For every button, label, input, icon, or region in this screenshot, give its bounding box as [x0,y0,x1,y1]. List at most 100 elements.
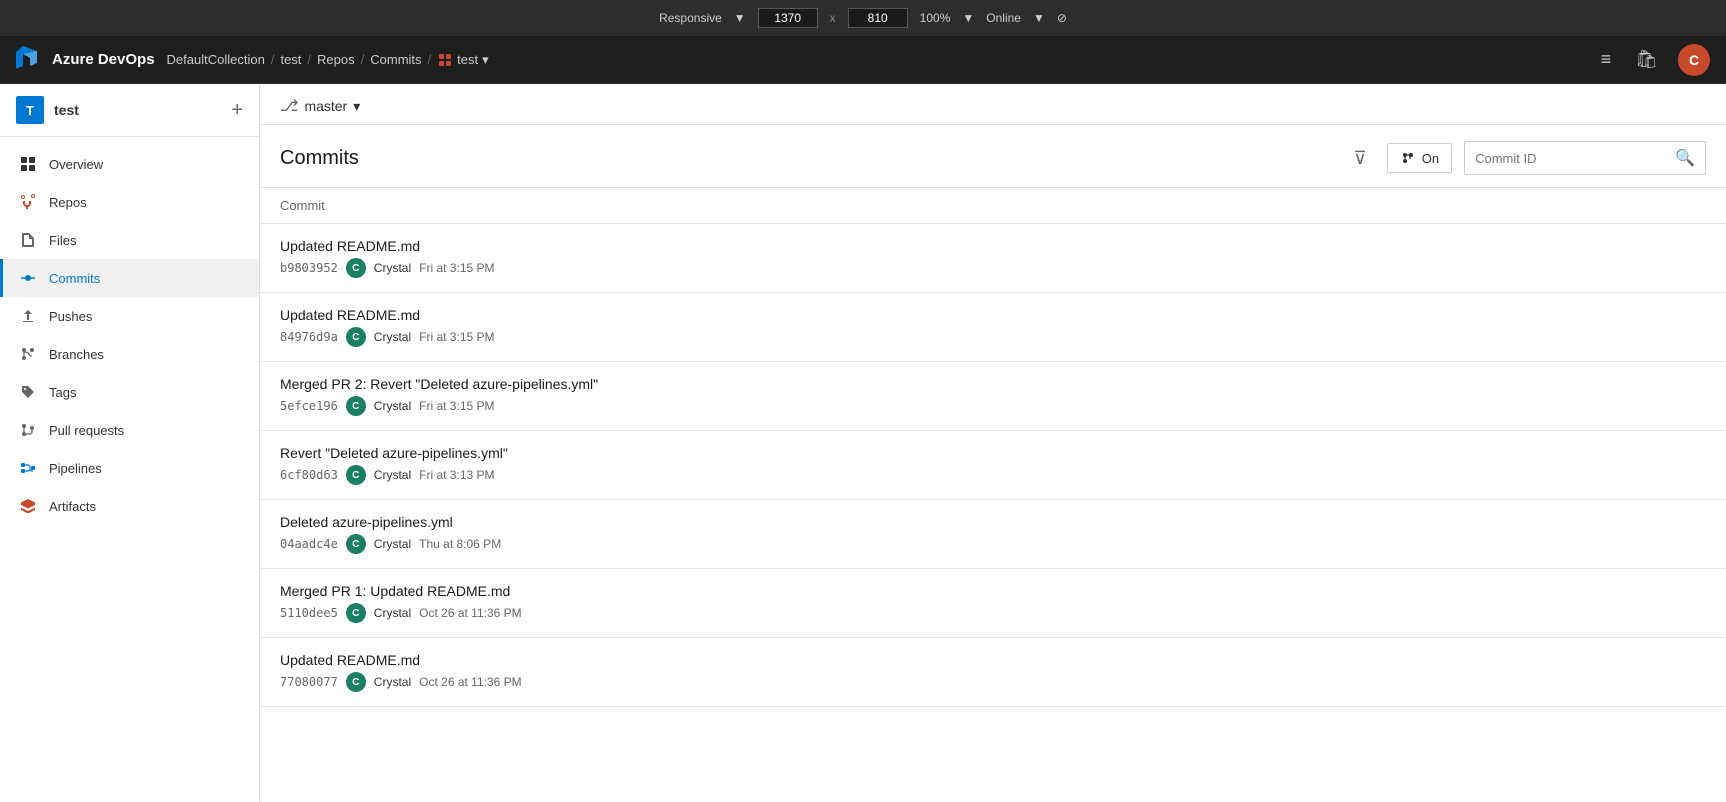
branch-selector[interactable]: ⎇ master ▾ [280,96,360,116]
zoom-label: 100% [920,11,951,25]
no-throttle-icon: ⊘ [1057,11,1067,25]
sidebar-item-tags[interactable]: Tags [0,373,259,411]
table-row[interactable]: Merged PR 2: Revert "Deleted azure-pipel… [260,362,1726,431]
commits-container: Commit Updated README.md b9803952 C Crys… [260,188,1726,802]
user-avatar[interactable]: C [1678,44,1710,76]
add-project-button[interactable]: + [231,99,243,122]
repo-name: test [457,52,478,67]
sidebar-nav: Overview Repos Files Commi [0,137,259,533]
header-right: ≡ 🛍 C [1597,44,1710,76]
repo-chevron-icon: ▾ [482,52,489,68]
sidebar-pipelines-label: Pipelines [49,461,102,476]
main-layout: T test + Overview Repos [0,84,1726,802]
breadcrumb: DefaultCollection / test / Repos / Commi… [167,52,489,68]
author-name: Crystal [374,468,411,482]
commit-hash: 04aadc4e [280,537,338,551]
zoom-dropdown-icon: ▼ [962,11,974,25]
commit-message: Revert "Deleted azure-pipelines.yml" [280,445,1706,461]
breadcrumb-test[interactable]: test [280,52,301,67]
height-input[interactable] [848,8,908,28]
commit-meta: 84976d9a C Crystal Fri at 3:15 PM [280,327,1706,347]
repo-selector[interactable]: test ▾ [437,52,489,68]
branch-icon: ⎇ [280,96,298,116]
on-label: On [1422,151,1439,166]
breadcrumb-repos[interactable]: Repos [317,52,355,67]
sidebar-pull-requests-label: Pull requests [49,423,124,438]
online-dropdown-icon: ▼ [1033,11,1045,25]
commit-hash: 5efce196 [280,399,338,413]
breadcrumb-defaultcollection[interactable]: DefaultCollection [167,52,265,67]
ado-logo-icon [16,46,44,74]
table-row[interactable]: Updated README.md b9803952 C Crystal Fri… [260,224,1726,293]
project-name-label: test [54,102,79,118]
commit-column-header: Commit [260,188,1726,224]
work-items-icon[interactable]: ≡ [1597,45,1616,74]
table-row[interactable]: Updated README.md 77080077 C Crystal Oct… [260,638,1726,707]
sidebar-item-branches[interactable]: Branches [0,335,259,373]
header-left: Azure DevOps DefaultCollection / test / … [16,46,489,74]
ado-logo[interactable]: Azure DevOps [16,46,155,74]
commit-time: Oct 26 at 11:36 PM [419,606,522,620]
commits-tbody: Updated README.md b9803952 C Crystal Fri… [260,224,1726,707]
commit-message: Updated README.md [280,652,1706,668]
author-name: Crystal [374,330,411,344]
commits-icon [19,269,37,287]
dropdown-icon: ▼ [734,11,746,25]
x-label: x [830,11,836,25]
commit-meta: b9803952 C Crystal Fri at 3:15 PM [280,258,1706,278]
table-row[interactable]: Deleted azure-pipelines.yml 04aadc4e C C… [260,500,1726,569]
sidebar-artifacts-label: Artifacts [49,499,96,514]
commit-time: Thu at 8:06 PM [419,537,501,551]
commit-id-search: 🔍 [1464,141,1706,175]
author-avatar: C [346,603,366,623]
author-avatar: C [346,258,366,278]
sidebar-item-pipelines[interactable]: Pipelines [0,449,259,487]
author-name: Crystal [374,537,411,551]
sidebar-files-label: Files [49,233,76,248]
sidebar-item-files[interactable]: Files [0,221,259,259]
project-name-container: T test [16,96,79,124]
sidebar-commits-label: Commits [49,271,100,286]
branch-name: master [304,98,347,114]
commit-meta: 6cf80d63 C Crystal Fri at 3:13 PM [280,465,1706,485]
project-initial: T [26,103,34,118]
sidebar-item-artifacts[interactable]: Artifacts [0,487,259,525]
sidebar-item-commits[interactable]: Commits [0,259,259,297]
table-header: Commit [260,188,1726,224]
commit-hash: b9803952 [280,261,338,275]
ado-logo-text: Azure DevOps [52,51,155,68]
pushes-icon [19,307,37,325]
commit-meta: 5110dee5 C Crystal Oct 26 at 11:36 PM [280,603,1706,623]
commit-search-button[interactable]: 🔍 [1665,142,1705,174]
breadcrumb-commits[interactable]: Commits [370,52,421,67]
sidebar-item-pushes[interactable]: Pushes [0,297,259,335]
commit-meta: 77080077 C Crystal Oct 26 at 11:36 PM [280,672,1706,692]
table-row[interactable]: Revert "Deleted azure-pipelines.yml" 6cf… [260,431,1726,500]
author-avatar: C [346,327,366,347]
sep1: / [271,52,275,67]
commit-message: Merged PR 1: Updated README.md [280,583,1706,599]
table-row[interactable]: Merged PR 1: Updated README.md 5110dee5 … [260,569,1726,638]
branch-bar: ⎇ master ▾ [260,84,1726,125]
repo-icon [437,52,453,68]
filter-button[interactable]: ⊽ [1346,144,1375,173]
commit-time: Fri at 3:13 PM [419,468,494,482]
commit-hash: 77080077 [280,675,338,689]
branch-chevron-icon: ▾ [353,98,360,115]
commit-time: Fri at 3:15 PM [419,399,494,413]
commit-id-input[interactable] [1465,145,1665,172]
commits-table: Commit Updated README.md b9803952 C Crys… [260,188,1726,707]
responsive-label: Responsive [659,11,722,25]
page-actions: ⊽ On 🔍 [1346,141,1706,175]
sidebar-item-pull-requests[interactable]: Pull requests [0,411,259,449]
shopping-bag-icon[interactable]: 🛍 [1631,45,1662,74]
author-avatar: C [346,465,366,485]
commit-hash: 5110dee5 [280,606,338,620]
commit-time: Fri at 3:15 PM [419,261,494,275]
on-toggle-button[interactable]: On [1387,143,1452,173]
commit-hash: 84976d9a [280,330,338,344]
table-row[interactable]: Updated README.md 84976d9a C Crystal Fri… [260,293,1726,362]
sidebar-item-overview[interactable]: Overview [0,145,259,183]
sidebar-item-repos[interactable]: Repos [0,183,259,221]
width-input[interactable] [758,8,818,28]
